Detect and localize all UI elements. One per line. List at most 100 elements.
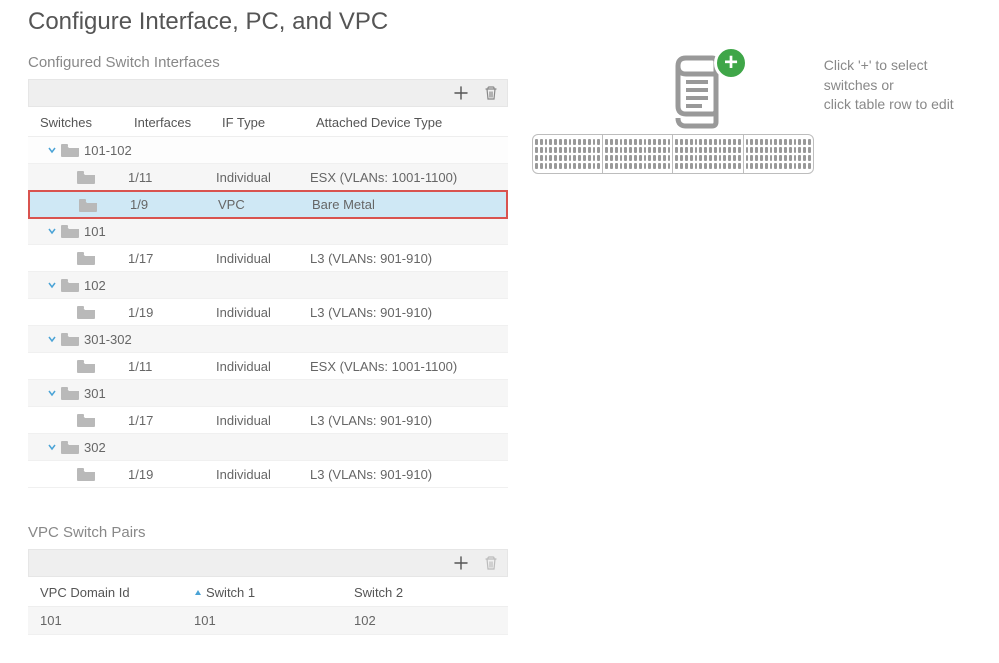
cell-iftype: Individual xyxy=(216,170,310,185)
port-icon xyxy=(588,147,591,153)
port-icon xyxy=(583,163,586,169)
folder-icon xyxy=(78,198,98,212)
port-icon xyxy=(540,139,543,145)
port-icon xyxy=(685,139,688,145)
expand-chevron-icon[interactable] xyxy=(46,388,58,398)
port-icon xyxy=(794,139,797,145)
expand-chevron-icon[interactable] xyxy=(46,145,58,155)
cell-interface: 1/19 xyxy=(128,467,216,482)
interfaces-section-label: Configured Switch Interfaces xyxy=(28,54,508,71)
folder-icon xyxy=(76,170,96,184)
port-icon xyxy=(746,139,749,145)
port-icon xyxy=(588,139,591,145)
port-icon xyxy=(695,163,698,169)
cell-iftype: Individual xyxy=(216,467,310,482)
interface-row[interactable]: 1/17IndividualL3 (VLANs: 901-910) xyxy=(28,407,508,434)
port-icon xyxy=(774,155,777,161)
switch-group-row[interactable]: 101-102 xyxy=(28,137,508,164)
help-text-line1: Click '+' to select switches or xyxy=(824,56,971,95)
interface-row[interactable]: 1/11IndividualESX (VLANs: 1001-1100) xyxy=(28,353,508,380)
port-icon xyxy=(644,139,647,145)
switch-group-row[interactable]: 101 xyxy=(28,218,508,245)
port-icon xyxy=(794,163,797,169)
port-icon xyxy=(723,147,726,153)
port-icon xyxy=(629,147,632,153)
port-icon xyxy=(668,147,671,153)
add-interface-button[interactable] xyxy=(453,85,469,101)
port-icon xyxy=(605,147,608,153)
header-switch-1[interactable]: Switch 1 xyxy=(194,585,354,600)
sort-ascending-icon xyxy=(194,589,202,597)
port-icon xyxy=(709,139,712,145)
port-icon xyxy=(663,155,666,161)
port-icon xyxy=(794,155,797,161)
port-icon xyxy=(765,139,768,145)
port-icon xyxy=(629,155,632,161)
port-icon xyxy=(714,139,717,145)
switch-group-row[interactable]: 102 xyxy=(28,272,508,299)
cell-iftype: Individual xyxy=(216,251,310,266)
port-icon xyxy=(578,155,581,161)
interface-row[interactable]: 1/11IndividualESX (VLANs: 1001-1100) xyxy=(28,164,508,191)
port-icon xyxy=(593,139,596,145)
delete-interface-button[interactable] xyxy=(483,85,499,101)
port-icon xyxy=(690,139,693,145)
port-icon xyxy=(719,155,722,161)
help-area: + Click '+' to select switches or click … xyxy=(532,54,971,635)
port-icon xyxy=(569,163,572,169)
port-icon xyxy=(634,163,637,169)
port-icon xyxy=(597,147,600,153)
port-icon xyxy=(746,163,749,169)
port-icon xyxy=(610,155,613,161)
folder-icon xyxy=(60,332,80,346)
header-attached: Attached Device Type xyxy=(316,115,502,130)
port-icon xyxy=(784,155,787,161)
page-title: Configure Interface, PC, and VPC xyxy=(28,8,971,36)
port-icon xyxy=(569,139,572,145)
cell-attached: Bare Metal xyxy=(312,197,506,212)
interface-row[interactable]: 1/19IndividualL3 (VLANs: 901-910) xyxy=(28,461,508,488)
interface-row[interactable]: 1/17IndividualL3 (VLANs: 901-910) xyxy=(28,245,508,272)
vpc-pair-row[interactable]: 101101102 xyxy=(28,607,508,635)
port-icon xyxy=(675,147,678,153)
port-icon xyxy=(615,155,618,161)
port-icon xyxy=(770,147,773,153)
vpc-rows: 101101102 xyxy=(28,607,508,635)
port-icon xyxy=(634,155,637,161)
delete-vpc-pair-button[interactable] xyxy=(483,555,499,571)
port-icon xyxy=(554,155,557,161)
port-icon xyxy=(770,163,773,169)
port-icon xyxy=(733,155,736,161)
port-icon xyxy=(564,147,567,153)
port-icon xyxy=(559,139,562,145)
port-icon xyxy=(750,163,753,169)
port-icon xyxy=(644,147,647,153)
port-icon xyxy=(798,155,801,161)
port-icon xyxy=(588,155,591,161)
port-icon xyxy=(624,155,627,161)
port-icon xyxy=(540,155,543,161)
switch-group-row[interactable]: 301-302 xyxy=(28,326,508,353)
switch-group-row[interactable]: 301 xyxy=(28,380,508,407)
port-icon xyxy=(634,147,637,153)
port-icon xyxy=(774,147,777,153)
interface-row[interactable]: 1/9VPCBare Metal xyxy=(28,190,508,219)
port-icon xyxy=(680,139,683,145)
add-vpc-pair-button[interactable] xyxy=(453,555,469,571)
port-icon xyxy=(578,163,581,169)
header-switch-2[interactable]: Switch 2 xyxy=(354,585,502,600)
switch-group-row[interactable]: 302 xyxy=(28,434,508,461)
port-icon xyxy=(624,147,627,153)
port-icon xyxy=(699,163,702,169)
port-icon xyxy=(709,147,712,153)
expand-chevron-icon[interactable] xyxy=(46,226,58,236)
port-icon xyxy=(746,147,749,153)
header-vpc-domain[interactable]: VPC Domain Id xyxy=(34,585,194,600)
port-icon xyxy=(653,147,656,153)
expand-chevron-icon[interactable] xyxy=(46,334,58,344)
expand-chevron-icon[interactable] xyxy=(46,280,58,290)
interface-row[interactable]: 1/19IndividualL3 (VLANs: 901-910) xyxy=(28,299,508,326)
expand-chevron-icon[interactable] xyxy=(46,442,58,452)
port-icon xyxy=(658,163,661,169)
port-icon xyxy=(779,155,782,161)
